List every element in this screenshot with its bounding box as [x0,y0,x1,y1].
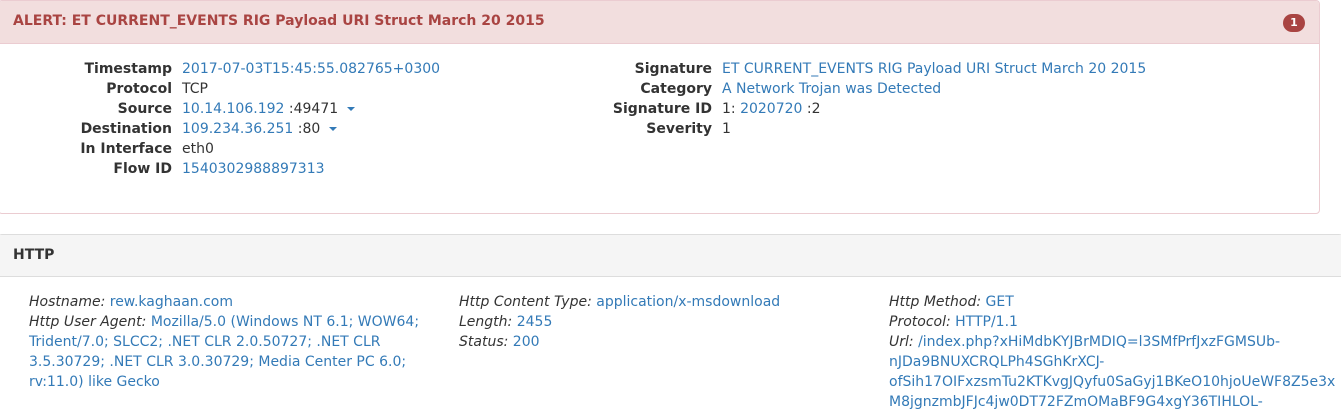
destination-port: :80 [297,121,321,137]
method-row: Http Method: GET [889,292,1341,312]
content-type-label: Http Content Type: [459,294,592,310]
signature-label: Signature [634,61,712,77]
flow-id-label: Flow ID [113,161,172,177]
source-port: :49471 [288,101,339,117]
http-heading[interactable]: HTTP [0,235,1341,277]
signature-link[interactable]: ET CURRENT_EVENTS RIG Payload URI Struct… [722,61,1146,77]
length-link[interactable]: 2455 [517,314,553,330]
hostname-row: Hostname: rew.kaghaan.com [29,292,429,312]
interface-value: eth0 [182,141,214,157]
category-link[interactable]: A Network Trojan was Detected [722,81,941,97]
http-protocol-link[interactable]: HTTP/1.1 [955,314,1018,330]
url-link[interactable]: /index.php?xHiMdbKYJBrMDIQ=l3SMfPrfJxzFG… [889,334,1341,411]
user-agent-label: Http User Agent: [29,314,147,330]
flow-id-link[interactable]: 1540302988897313 [182,161,325,177]
signature-gid: 1: [722,101,736,117]
content-type-link[interactable]: application/x-msdownload [596,294,780,310]
protocol-value: TCP [182,81,208,97]
alert-title: ALERT: ET CURRENT_EVENTS RIG Payload URI… [13,13,545,29]
signature-row: Signature ET CURRENT_EVENTS RIG Payload … [539,59,1147,79]
timestamp-link[interactable]: 2017-07-03T15:45:55.082765+0300 [182,61,440,77]
status-link[interactable]: 200 [513,334,540,350]
http-protocol-label: Protocol: [889,314,951,330]
http-column-1: Hostname: rew.kaghaan.com Http User Agen… [29,292,429,392]
signature-rev: :2 [806,101,821,117]
interface-label: In Interface [80,141,172,157]
url-line: M8jgnzmbJFJc4jw0DT72FZmOMaBF9G4xgY36TIHL… [889,394,1263,410]
http-protocol-row: Protocol: HTTP/1.1 [889,312,1341,332]
url-label: Url: [889,334,914,350]
source-dropdown-caret-icon[interactable] [346,107,355,111]
signature-id-row: Signature ID 1: 2020720 :2 [539,99,1146,119]
destination-row: Destination 109.234.36.251 :80 [0,119,440,139]
hostname-label: Hostname: [29,294,106,310]
category-label: Category [640,81,712,97]
flow-id-row: Flow ID 1540302988897313 [0,159,440,179]
interface-row: In Interface eth0 [0,139,440,159]
url-row: Url: /index.php?xHiMdbKYJBrMDIQ=l3SMfPrf… [889,332,1341,411]
method-link[interactable]: GET [986,294,1014,310]
user-agent-line: Mozilla/5.0 (Windows NT 6.1; WOW64; [150,314,420,330]
severity-label: Severity [646,121,712,137]
alert-details-right: Signature ET CURRENT_EVENTS RIG Payload … [539,59,1146,139]
content-type-row: Http Content Type: application/x-msdownl… [459,292,859,312]
timestamp-row: Timestamp 2017-07-03T15:45:55.082765+030… [0,59,440,79]
severity-value: 1 [722,121,731,137]
source-ip-link[interactable]: 10.14.106.192 [182,101,284,117]
status-row: Status: 200 [459,332,859,352]
user-agent-line: Trident/7.0; SLCC2; .NET CLR 2.0.50727; … [29,334,381,350]
http-panel: HTTP Hostname: rew.kaghaan.com Http User… [0,234,1341,411]
protocol-row: Protocol TCP [0,79,440,99]
signature-sid-link[interactable]: 2020720 [740,101,802,117]
http-title: HTTP [13,247,55,263]
hostname-link[interactable]: rew.kaghaan.com [110,294,233,310]
length-label: Length: [459,314,513,330]
timestamp-label: Timestamp [84,61,172,77]
destination-label: Destination [80,121,172,137]
url-line: ofSih17OIFxzsmTu2KTKvgJQyfu0SaGyj1BKeO10… [889,374,1336,390]
protocol-label: Protocol [106,81,172,97]
category-row: Category A Network Trojan was Detected [539,79,1146,99]
user-agent-line: 3.5.30729; .NET CLR 3.0.30729; Media Cen… [29,354,407,370]
user-agent-row: Http User Agent: Mozilla/5.0 (Windows NT… [29,312,429,392]
length-row: Length: 2455 [459,312,859,332]
http-column-3: Http Method: GET Protocol: HTTP/1.1 Url:… [889,292,1341,411]
alert-details-left: Timestamp 2017-07-03T15:45:55.082765+030… [0,59,440,179]
alert-heading[interactable]: ALERT: ET CURRENT_EVENTS RIG Payload URI… [0,1,1319,44]
user-agent-line: rv:11.0) like Gecko [29,374,160,390]
alert-count-badge: 1 [1283,14,1305,32]
severity-row: Severity 1 [539,119,1146,139]
signature-id-label: Signature ID [612,101,712,117]
url-line: /index.php?xHiMdbKYJBrMDIQ=l3SMfPrfJxzFG… [918,334,1281,350]
url-line: nJDa9BNUXCRQLPh4SGhKrXCJ- [889,354,1105,370]
destination-ip-link[interactable]: 109.234.36.251 [182,121,293,137]
status-label: Status: [459,334,509,350]
destination-dropdown-caret-icon[interactable] [328,127,337,131]
source-row: Source 10.14.106.192 :49471 [0,99,440,119]
source-label: Source [117,101,172,117]
method-label: Http Method: [889,294,982,310]
http-column-2: Http Content Type: application/x-msdownl… [459,292,859,352]
alert-panel: ALERT: ET CURRENT_EVENTS RIG Payload URI… [0,0,1320,214]
